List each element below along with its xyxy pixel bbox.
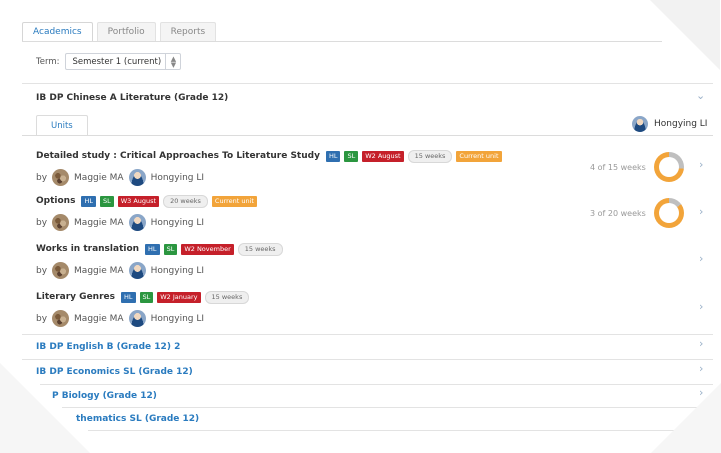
chevron-right-icon[interactable]: › [699, 337, 703, 350]
units-divider [22, 135, 713, 136]
term-filter: Term: Semester 1 (current) ▲ ▼ [36, 53, 182, 70]
sl-badge: SL [163, 243, 178, 255]
sl-badge: SL [139, 291, 154, 303]
hl-badge: HL [120, 291, 136, 303]
avatar [52, 169, 70, 186]
course-owner: Hongying LI [632, 116, 707, 132]
tab-reports[interactable]: Reports [159, 22, 217, 41]
duration-badge: 15 weeks [204, 290, 250, 304]
term-label: Term: [36, 56, 60, 67]
chevron-right-icon[interactable]: › [699, 362, 703, 375]
avatar [128, 214, 146, 231]
owner-name: Hongying LI [654, 119, 708, 129]
unit-row[interactable]: Options HL SL W3 August 20 weeks Current… [36, 194, 257, 231]
page-curl-decoration [651, 383, 721, 453]
unit-row[interactable]: Detailed study : Critical Approaches To … [36, 149, 502, 186]
unit-progress: 4 of 15 weeks [590, 152, 684, 182]
tab-divider [22, 41, 662, 42]
unit-row[interactable]: Works in translation HL SL W2 November 1… [36, 242, 283, 279]
unit-title[interactable]: Literary Genres [36, 292, 115, 302]
start-week-badge: W2 November [181, 243, 234, 255]
teacher-name: Maggie MA [74, 265, 124, 276]
teacher-name: Hongying LI [150, 217, 205, 228]
avatar [128, 169, 146, 186]
sl-badge: SL [344, 150, 359, 162]
by-label: by [36, 313, 48, 324]
top-tabs: Academics Portfolio Reports [22, 22, 217, 42]
progress-donut [653, 152, 684, 182]
start-week-badge: W2 January [157, 291, 201, 303]
teacher-name: Hongying LI [150, 313, 205, 324]
hl-badge: HL [145, 243, 160, 255]
unit-title[interactable]: Options [36, 196, 75, 206]
unit-row[interactable]: Literary Genres HL SL W2 January 15 week… [36, 290, 250, 327]
term-value: Semester 1 (current) [72, 56, 162, 67]
unit-title[interactable]: Detailed study : Critical Approaches To … [36, 151, 320, 161]
start-week-badge: W3 August [117, 195, 160, 207]
course-title[interactable]: IB DP English B (Grade 12) 2 [36, 342, 180, 352]
progress-text: 4 of 15 weeks [590, 162, 646, 172]
sl-badge: SL [99, 195, 114, 207]
divider [62, 407, 713, 408]
avatar [128, 262, 146, 279]
duration-badge: 20 weeks [163, 194, 208, 208]
divider [22, 334, 713, 335]
unit-progress: 3 of 20 weeks [590, 198, 684, 228]
teacher-name: Maggie MA [74, 217, 124, 228]
page-curl-decoration [0, 363, 90, 453]
hl-badge: HL [81, 195, 96, 207]
teacher-name: Maggie MA [74, 313, 124, 324]
hl-badge: HL [325, 150, 341, 162]
chevron-right-icon[interactable]: › [699, 252, 703, 265]
chevron-right-icon[interactable]: › [699, 158, 703, 171]
by-label: by [36, 172, 48, 183]
avatar [52, 214, 70, 231]
by-label: by [36, 265, 48, 276]
select-arrows-icon: ▲ ▼ [165, 53, 180, 70]
duration-badge: 15 weeks [237, 242, 283, 256]
progress-donut [653, 198, 684, 228]
course-title[interactable]: thematics SL (Grade 12) [76, 414, 199, 424]
progress-text: 3 of 20 weeks [590, 208, 646, 218]
by-label: by [36, 217, 48, 228]
current-unit-badge: Current unit [211, 195, 257, 207]
page-fold-decoration [650, 0, 720, 70]
start-week-badge: W2 August [362, 150, 404, 162]
teacher-name: Maggie MA [74, 172, 124, 183]
avatar [52, 262, 70, 279]
teacher-name: Hongying LI [150, 265, 205, 276]
avatar [52, 310, 70, 327]
tab-portfolio[interactable]: Portfolio [96, 22, 156, 41]
avatar [128, 310, 146, 327]
chevron-right-icon[interactable]: › [699, 205, 703, 218]
tab-units[interactable]: Units [36, 115, 88, 136]
tab-academics[interactable]: Academics [22, 22, 93, 41]
term-select[interactable]: Semester 1 (current) ▲ ▼ [65, 53, 182, 70]
unit-title[interactable]: Works in translation [36, 244, 139, 254]
divider [22, 83, 713, 84]
teacher-name: Hongying LI [150, 172, 205, 183]
course-title[interactable]: IB DP Chinese A Literature (Grade 12) [36, 93, 228, 103]
divider [40, 384, 713, 385]
divider [88, 430, 713, 431]
chevron-right-icon[interactable]: › [699, 300, 703, 313]
divider [22, 359, 713, 360]
chevron-down-icon[interactable]: ⌄ [696, 89, 705, 102]
duration-badge: 15 weeks [407, 149, 453, 163]
current-unit-badge: Current unit [456, 150, 502, 162]
avatar [632, 116, 648, 132]
